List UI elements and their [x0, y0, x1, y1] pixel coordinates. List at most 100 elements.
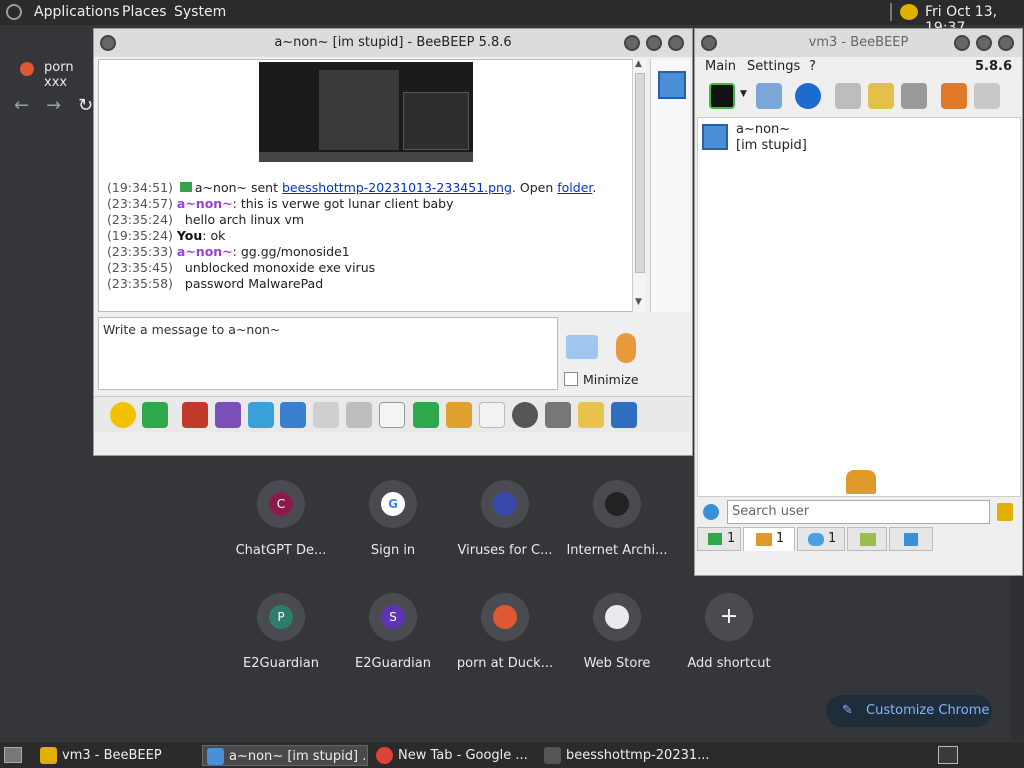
shortcut-tile[interactable]: + Add shortcut	[673, 593, 785, 693]
minimize-icon[interactable]	[954, 35, 970, 51]
send-icon[interactable]	[566, 335, 598, 359]
message-icon[interactable]	[835, 83, 861, 109]
window-menu-icon[interactable]	[701, 35, 717, 51]
thumbnail-window	[319, 70, 399, 150]
chat-scrollbar[interactable]: ▲ ▼	[632, 59, 646, 312]
send-file-icon[interactable]	[446, 402, 472, 428]
bee-icon[interactable]	[900, 4, 918, 20]
minimize-checkbox[interactable]	[564, 372, 578, 386]
screenshot-thumbnail[interactable]	[259, 62, 473, 162]
menu-main[interactable]: Main	[705, 59, 736, 74]
shortcut-tile[interactable]: C ChatGPT De...	[225, 480, 337, 580]
maximize-icon[interactable]	[976, 35, 992, 51]
thumbnail-window	[403, 92, 469, 150]
file-link[interactable]: beesshottmp-20231013-233451.png	[282, 180, 512, 195]
customize-chrome-button[interactable]: ✎ Customize Chrome	[826, 695, 992, 727]
shortcut-tile[interactable]: Internet Archi...	[561, 480, 673, 580]
search-settings-icon[interactable]	[703, 504, 719, 520]
save-chat-icon[interactable]	[413, 402, 439, 428]
folder-share-icon[interactable]	[611, 402, 637, 428]
taskbar-item-chrome[interactable]: New Tab - Google ...	[372, 745, 532, 766]
scroll-up-icon[interactable]: ▲	[635, 59, 642, 69]
spellcheck-icon[interactable]	[313, 402, 339, 428]
message-input[interactable]: Write a message to a~non~	[98, 317, 558, 390]
close-icon[interactable]	[998, 35, 1014, 51]
folder-link[interactable]: folder	[557, 180, 592, 195]
taskbar-item-image[interactable]: beesshottmp-20231...	[540, 745, 710, 766]
shortcut-favicon: S	[381, 605, 405, 629]
customize-label: Customize Chrome	[866, 703, 990, 718]
search-user-input[interactable]: Search user	[727, 500, 990, 524]
shortcut-favicon	[493, 492, 517, 516]
main-window: vm3 - BeeBEEP Main Settings ? 5.8.6 ▼ a~…	[694, 28, 1023, 576]
tab-shares[interactable]	[889, 527, 933, 551]
code-icon[interactable]	[479, 402, 505, 428]
back-icon[interactable]: ←	[14, 95, 29, 116]
applications-menu[interactable]: Applications	[34, 4, 120, 20]
taskbar-item-chat[interactable]: a~non~ [im stupid] ...	[202, 745, 368, 766]
filter-icon[interactable]	[248, 402, 274, 428]
color-icon[interactable]	[215, 402, 241, 428]
microphone-icon[interactable]	[616, 333, 636, 363]
shortcut-tile[interactable]: S E2Guardian	[337, 593, 449, 693]
user-item[interactable]: a~non~ [im stupid]	[700, 120, 900, 156]
minimize-icon[interactable]	[624, 35, 640, 51]
shortcut-tile[interactable]: P E2Guardian	[225, 593, 337, 693]
system-menu[interactable]: System	[174, 4, 226, 20]
shortcut-icon-circle: +	[705, 593, 753, 641]
notes-icon[interactable]	[578, 402, 604, 428]
menu-help[interactable]: ?	[809, 59, 816, 74]
close-icon[interactable]	[668, 35, 684, 51]
maximize-icon[interactable]	[646, 35, 662, 51]
thumbnail-taskbar	[259, 152, 473, 162]
chat-history[interactable]: (19:34:51) a~non~ sent beesshottmp-20231…	[98, 59, 646, 312]
member-avatar-icon[interactable]	[658, 71, 686, 99]
user-status: [im stupid]	[736, 138, 807, 153]
scroll-thumb[interactable]	[635, 73, 645, 273]
user-icon	[207, 748, 224, 765]
edit-profile-icon[interactable]	[756, 83, 782, 109]
chrome-tab[interactable]: porn xxx	[10, 58, 100, 90]
tab-network[interactable]	[847, 527, 887, 551]
tab-chats[interactable]: 1	[797, 527, 845, 551]
trash-icon[interactable]	[974, 83, 1000, 109]
reload-icon[interactable]: ↻	[78, 95, 93, 116]
sound-icon[interactable]	[379, 402, 405, 428]
scroll-down-icon[interactable]: ▼	[635, 297, 642, 307]
tab-users[interactable]: 1	[697, 527, 741, 551]
shortcut-tile[interactable]: porn at Duck...	[449, 593, 561, 693]
main-window-title: vm3 - BeeBEEP	[808, 35, 909, 50]
shortcut-favicon: P	[269, 605, 293, 629]
show-desktop-icon[interactable]	[4, 747, 22, 763]
top-panel: Applications Places System Fri Oct 13, 1…	[0, 0, 1024, 36]
shortcut-tile[interactable]: G Sign in	[337, 480, 449, 580]
vm-status-icon[interactable]	[709, 83, 735, 109]
shortcut-tile[interactable]: Web Store	[561, 593, 673, 693]
workspace-switcher-icon[interactable]	[938, 746, 958, 764]
taskbar-item-vm3[interactable]: vm3 - BeeBEEP	[36, 745, 196, 766]
screenshot-icon[interactable]	[512, 402, 538, 428]
chat-titlebar[interactable]: a~non~ [im stupid] - BeeBEEP 5.8.6	[94, 29, 692, 57]
main-titlebar[interactable]: vm3 - BeeBEEP	[695, 29, 1022, 57]
shortcut-icon-circle: G	[369, 480, 417, 528]
places-menu[interactable]: Places	[122, 4, 167, 20]
word-complete-icon[interactable]	[346, 402, 372, 428]
tools-icon[interactable]	[901, 83, 927, 109]
message-sender: a~non~	[176, 244, 233, 259]
shell-icon[interactable]	[545, 402, 571, 428]
font-icon[interactable]	[182, 402, 208, 428]
write-icon[interactable]	[868, 83, 894, 109]
chrome-icon	[376, 747, 393, 764]
settings-icon[interactable]	[280, 402, 306, 428]
update-icon[interactable]	[941, 83, 967, 109]
shortcut-tile[interactable]: Viruses for C...	[449, 480, 561, 580]
clear-search-icon[interactable]	[997, 503, 1013, 521]
menu-settings[interactable]: Settings	[747, 59, 800, 74]
emoticon-icon[interactable]	[110, 402, 136, 428]
status-dropdown-icon[interactable]: ▼	[740, 89, 747, 99]
tab-groups[interactable]: 1	[743, 527, 795, 551]
download-icon[interactable]	[142, 402, 168, 428]
forward-icon[interactable]: →	[46, 95, 61, 116]
network-icon[interactable]	[795, 83, 821, 109]
window-menu-icon[interactable]	[100, 35, 116, 51]
